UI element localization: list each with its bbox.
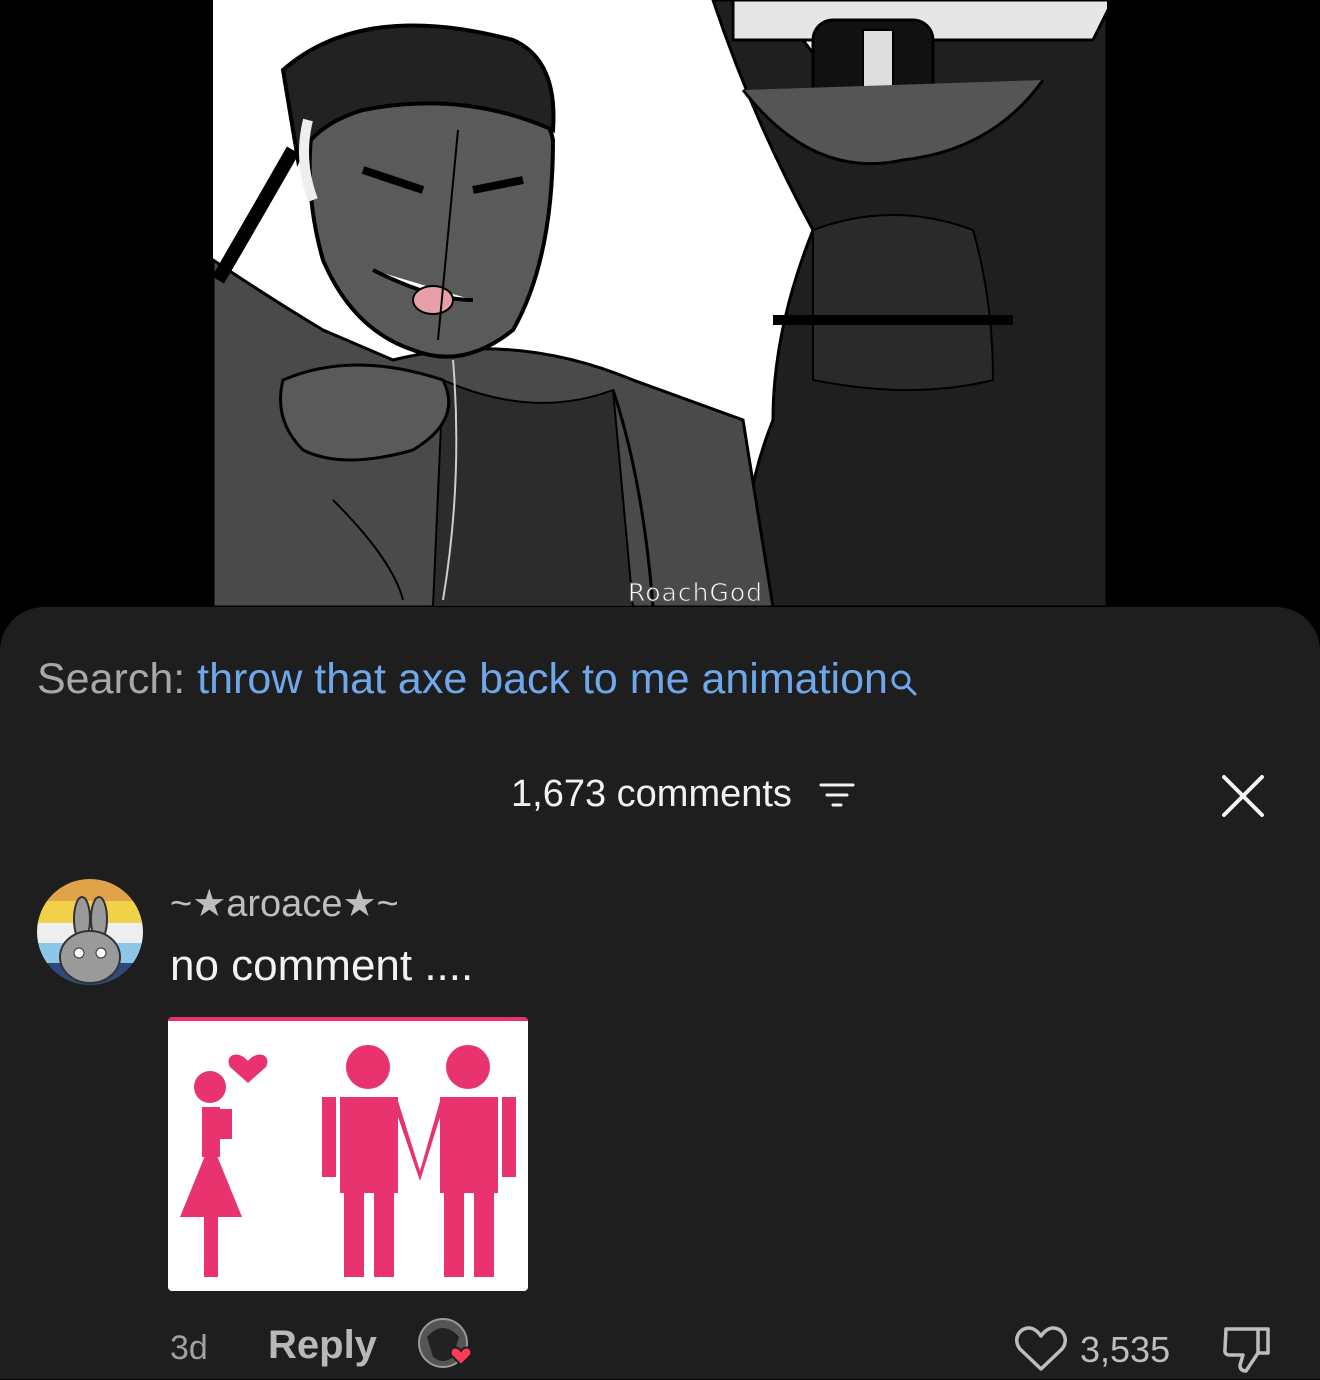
search-query[interactable]: throw that axe back to me animation <box>197 655 888 703</box>
like-count: 3,535 <box>1080 1329 1171 1370</box>
search-prefix: Search: <box>37 655 186 703</box>
video-watermark: RoachGod <box>628 578 763 608</box>
search-icon[interactable] <box>890 659 918 708</box>
video-frame <box>213 0 1107 607</box>
comment-count: 1,673 comments <box>511 773 792 815</box>
pink-couple-sticker[interactable] <box>168 1017 528 1291</box>
search-suggestion[interactable]: Search: throw that axe back to me animat… <box>37 655 918 708</box>
avatar[interactable] <box>37 879 143 985</box>
comment-username[interactable]: ~★aroace★~ <box>170 881 399 926</box>
video-illustration <box>213 0 1107 607</box>
video-player[interactable]: RoachGod <box>0 0 1320 640</box>
sort-lines-icon[interactable] <box>819 782 855 815</box>
comments-sheet: Search: throw that axe back to me animat… <box>0 607 1320 1379</box>
creator-liked-badge <box>417 1317 479 1373</box>
heart-icon[interactable] <box>1014 1325 1068 1378</box>
comments-header: 1,673 comments <box>0 769 1320 819</box>
close-icon[interactable] <box>1220 773 1266 824</box>
reply-button[interactable]: Reply <box>268 1323 377 1368</box>
thumbs-down-icon[interactable] <box>1222 1323 1272 1380</box>
comment-text: no comment .... <box>170 941 474 990</box>
comment-time: 3d <box>170 1329 208 1367</box>
comment-meta: 3d Reply 3,535 <box>0 1317 1320 1377</box>
sticker-illustration <box>180 1045 516 1277</box>
